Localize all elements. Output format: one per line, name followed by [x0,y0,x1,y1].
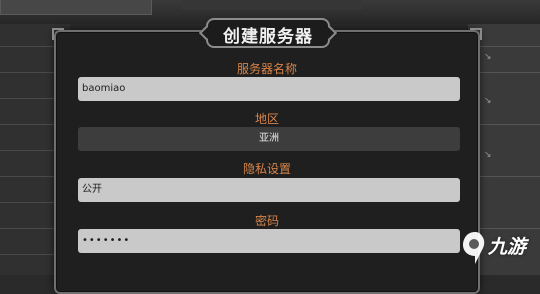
password-label: 密码 [254,214,279,228]
frame-corner [52,28,64,40]
dialog-title: 创建服务器 [223,27,313,47]
watermark-text: 九游 [488,236,527,258]
background-panel [182,0,362,10]
jiuyou-logo-icon [463,232,485,264]
region-select[interactable]: 亚洲 [78,127,460,151]
chevron-icon: ↘ [484,52,492,62]
frame-corner [470,28,482,40]
dialog-title-plate: 创建服务器 [206,18,330,48]
privacy-select[interactable]: 公开 [78,178,460,202]
watermark: 九游 [458,228,540,272]
chevron-icon: ↘ [484,150,492,160]
server-name-label: 服务器名称 [236,62,297,76]
chevron-icon: ↘ [484,96,492,106]
region-label: 地区 [254,112,279,126]
create-server-dialog: 创建服务器 服务器名称 地区 亚洲 隐私设置 公开 密码 ••••••• [52,18,482,294]
privacy-label: 隐私设置 [242,162,291,176]
background-input [0,0,152,15]
server-name-input[interactable] [78,77,460,101]
password-input[interactable]: ••••••• [78,229,460,253]
